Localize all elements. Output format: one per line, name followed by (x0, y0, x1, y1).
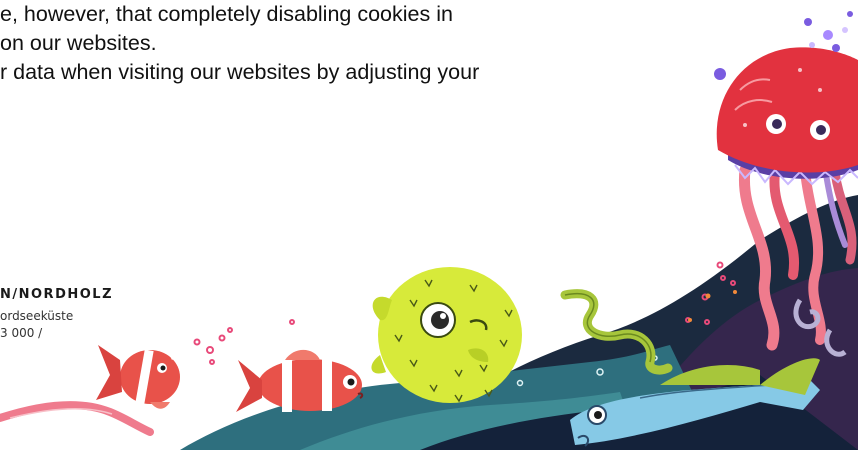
pufferfish (371, 267, 522, 403)
clownfish-middle (236, 349, 364, 412)
brand-name: N/NORDHOLZ (0, 287, 114, 302)
notice-line-1: e, however, that completely disabling co… (0, 2, 453, 26)
clownfish-left (96, 345, 180, 409)
notice-line-3: r data when visiting our websites by adj… (0, 60, 480, 84)
notice-line-2: on our websites. (0, 31, 157, 55)
address-line-1: ordseeküste (0, 309, 74, 323)
address-line-2: 3 000 / (0, 326, 43, 340)
page: e, however, that completely disabling co… (0, 0, 858, 450)
